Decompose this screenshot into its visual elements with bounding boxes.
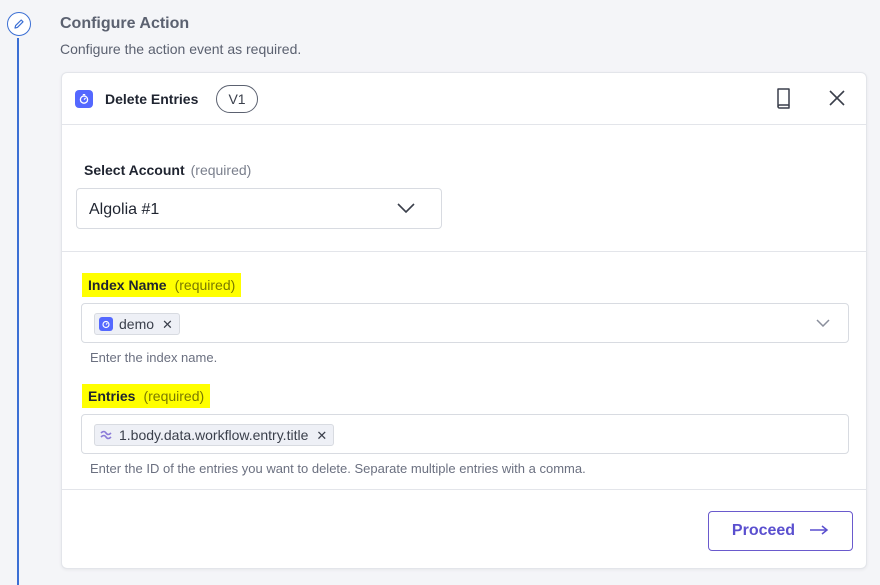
chevron-down-icon[interactable] [816, 314, 830, 332]
account-value: Algolia #1 [89, 201, 160, 218]
remove-token-icon[interactable]: ✕ [316, 429, 327, 442]
index-name-help: Enter the index name. [90, 350, 218, 365]
link-icon [99, 428, 113, 442]
step-title: Configure Action [60, 15, 190, 32]
account-label: Select Account (required) [84, 162, 252, 178]
section-divider [62, 251, 866, 252]
index-name-required: (required) [174, 277, 236, 293]
book-icon[interactable] [774, 87, 794, 109]
entries-required: (required) [143, 388, 205, 404]
arrow-right-icon [809, 522, 829, 540]
card-title: Delete Entries [105, 91, 199, 107]
entries-input[interactable]: 1.body.data.workflow.entry.title ✕ [81, 414, 849, 454]
index-name-input[interactable]: demo ✕ [81, 303, 849, 343]
stopwatch-icon [99, 317, 113, 331]
version-badge[interactable]: V1 [216, 85, 258, 113]
proceed-button[interactable]: Proceed [708, 511, 853, 551]
remove-token-icon[interactable]: ✕ [162, 318, 173, 331]
pencil-icon [7, 12, 31, 36]
card-header: Delete Entries V1 [62, 73, 866, 125]
index-name-token: demo ✕ [94, 313, 180, 335]
entries-token: 1.body.data.workflow.entry.title ✕ [94, 424, 335, 446]
action-card: Delete Entries V1 Select Account (require… [61, 72, 867, 569]
entries-help: Enter the ID of the entries you want to … [90, 461, 586, 476]
account-select[interactable]: Algolia #1 [76, 188, 442, 229]
step-subtitle: Configure the action event as required. [60, 41, 302, 57]
entries-label: Entries (required) [82, 384, 211, 408]
index-name-label: Index Name (required) [82, 273, 242, 297]
stopwatch-icon [75, 90, 93, 108]
account-required: (required) [190, 162, 252, 178]
entries-token-label: 1.body.data.workflow.entry.title [119, 427, 309, 443]
timeline-line [17, 38, 19, 585]
index-name-token-label: demo [119, 316, 155, 332]
close-icon[interactable] [826, 87, 848, 109]
footer-divider [62, 489, 866, 490]
proceed-label: Proceed [731, 522, 796, 539]
chevron-down-icon [397, 200, 415, 218]
